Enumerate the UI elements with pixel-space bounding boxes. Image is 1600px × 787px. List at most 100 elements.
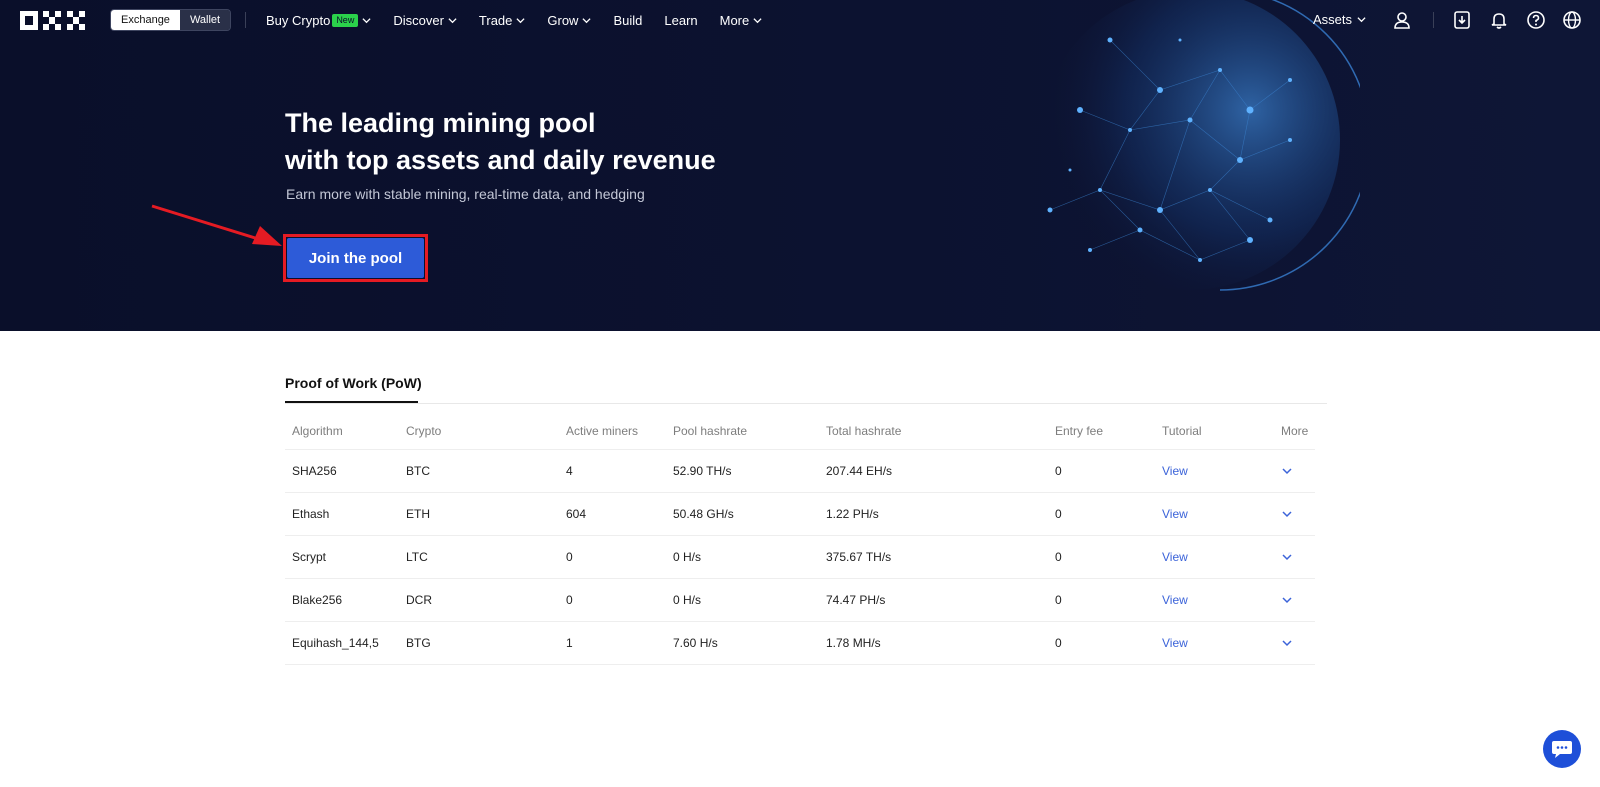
assets-label: Assets xyxy=(1313,12,1353,27)
hero-title-line1: The leading mining pool xyxy=(285,108,596,138)
top-nav: Exchange Wallet Buy Crypto New Discover … xyxy=(0,0,1600,40)
download-icon[interactable] xyxy=(1452,10,1472,30)
table-row: Equihash_144,5 BTG 1 7.60 H/s 1.78 MH/s … xyxy=(285,622,1315,665)
chevron-down-icon xyxy=(753,17,762,23)
cell-crypto: BTC xyxy=(406,464,430,478)
bell-icon[interactable] xyxy=(1489,10,1509,30)
menu-label: Grow xyxy=(547,12,579,28)
red-arrow-annotation xyxy=(151,204,282,246)
cell-active-miners: 604 xyxy=(566,507,587,521)
menu-label: Learn xyxy=(664,12,698,28)
menu-label: Discover xyxy=(393,12,444,28)
menu-buy-crypto[interactable]: Buy Crypto New xyxy=(266,13,371,28)
table-row: Scrypt LTC 0 0 H/s 375.67 TH/s 0 View xyxy=(285,536,1315,579)
cell-crypto: ETH xyxy=(406,507,430,521)
cell-crypto: DCR xyxy=(406,593,432,607)
chevron-down-icon xyxy=(1282,554,1292,561)
exchange-wallet-switcher: Exchange Wallet xyxy=(110,9,232,31)
chevron-down-icon xyxy=(1282,468,1292,475)
main-menu: Buy Crypto New Discover Trade Grow Build… xyxy=(266,0,784,40)
cell-total-hashrate: 375.67 TH/s xyxy=(826,550,892,564)
exchange-toggle[interactable]: Exchange xyxy=(111,10,180,30)
expand-row-button[interactable] xyxy=(1281,536,1293,578)
col-pool-hashrate: Pool hashrate xyxy=(673,423,748,438)
menu-more[interactable]: More xyxy=(720,13,763,28)
globe-icon[interactable] xyxy=(1562,10,1582,30)
table-row: Blake256 DCR 0 0 H/s 74.47 PH/s 0 View xyxy=(285,579,1315,622)
cell-entry-fee: 0 xyxy=(1055,550,1062,564)
new-badge: New xyxy=(332,13,359,27)
hero-subtitle: Earn more with stable mining, real-time … xyxy=(286,186,645,202)
wallet-toggle[interactable]: Wallet xyxy=(179,10,231,30)
chevron-down-icon xyxy=(448,17,457,23)
chevron-down-icon xyxy=(1282,511,1292,518)
menu-label: Build xyxy=(613,12,643,28)
cell-algorithm: Blake256 xyxy=(292,593,343,607)
expand-row-button[interactable] xyxy=(1281,450,1293,492)
hero-title: The leading mining pool with top assets … xyxy=(285,105,716,179)
menu-trade[interactable]: Trade xyxy=(479,13,525,28)
col-entry-fee: Entry fee xyxy=(1055,423,1104,438)
table-row: SHA256 BTC 4 52.90 TH/s 207.44 EH/s 0 Vi… xyxy=(285,450,1315,493)
cell-entry-fee: 0 xyxy=(1055,593,1062,607)
tutorial-view-link[interactable]: View xyxy=(1162,579,1188,621)
chevron-down-icon xyxy=(1282,640,1292,647)
cell-active-miners: 1 xyxy=(566,636,573,650)
chevron-down-icon xyxy=(1357,17,1366,23)
cell-algorithm: Equihash_144,5 xyxy=(292,636,379,650)
nav-divider xyxy=(245,12,246,28)
help-icon[interactable] xyxy=(1526,10,1546,30)
user-icon[interactable] xyxy=(1392,10,1412,30)
nav-divider xyxy=(1433,12,1434,28)
cell-pool-hashrate: 52.90 TH/s xyxy=(673,464,732,478)
menu-label: Buy Crypto xyxy=(266,12,331,28)
chevron-down-icon xyxy=(362,17,371,23)
col-tutorial: Tutorial xyxy=(1162,423,1202,438)
cell-active-miners: 0 xyxy=(566,550,573,564)
menu-discover[interactable]: Discover xyxy=(393,13,457,28)
cell-total-hashrate: 207.44 EH/s xyxy=(826,464,893,478)
tutorial-view-link[interactable]: View xyxy=(1162,493,1188,535)
menu-learn[interactable]: Learn xyxy=(664,13,697,28)
col-algorithm: Algorithm xyxy=(292,423,343,438)
expand-row-button[interactable] xyxy=(1281,622,1293,664)
cell-active-miners: 4 xyxy=(566,464,573,478)
cell-algorithm: Scrypt xyxy=(292,550,327,564)
chat-support-button[interactable] xyxy=(1543,730,1581,768)
tab-pow[interactable]: Proof of Work (PoW) xyxy=(285,375,422,391)
hero-title-line2: with top assets and daily revenue xyxy=(285,145,716,175)
tutorial-view-link[interactable]: View xyxy=(1162,536,1188,578)
okx-logo[interactable] xyxy=(20,11,88,30)
menu-build[interactable]: Build xyxy=(613,13,642,28)
col-more: More xyxy=(1281,423,1309,438)
chat-icon xyxy=(1552,741,1572,758)
tutorial-view-link[interactable]: View xyxy=(1162,622,1188,664)
chevron-down-icon xyxy=(582,17,592,23)
menu-grow[interactable]: Grow xyxy=(547,12,592,28)
cell-pool-hashrate: 0 H/s xyxy=(673,550,702,564)
cell-total-hashrate: 74.47 PH/s xyxy=(826,593,886,607)
cell-entry-fee: 0 xyxy=(1055,507,1062,521)
table-header: Algorithm Crypto Active miners Pool hash… xyxy=(285,412,1315,450)
cell-pool-hashrate: 7.60 H/s xyxy=(673,636,718,650)
chevron-down-icon xyxy=(1282,597,1292,604)
col-crypto: Crypto xyxy=(406,423,442,438)
expand-row-button[interactable] xyxy=(1281,493,1293,535)
join-pool-button[interactable]: Join the pool xyxy=(287,238,424,278)
globe-illustration xyxy=(1040,0,1360,291)
cell-active-miners: 0 xyxy=(566,593,573,607)
cell-crypto: BTG xyxy=(406,636,431,650)
menu-label: Trade xyxy=(478,12,513,28)
expand-row-button[interactable] xyxy=(1281,579,1293,621)
tab-divider xyxy=(285,403,1327,404)
table-row: Ethash ETH 604 50.48 GH/s 1.22 PH/s 0 Vi… xyxy=(285,493,1315,536)
menu-label: More xyxy=(719,12,750,28)
cell-pool-hashrate: 50.48 GH/s xyxy=(673,507,734,521)
cell-entry-fee: 0 xyxy=(1055,464,1062,478)
assets-menu[interactable]: Assets xyxy=(1313,12,1366,27)
tutorial-view-link[interactable]: View xyxy=(1162,450,1188,492)
col-total-hashrate: Total hashrate xyxy=(826,423,902,438)
page: Exchange Wallet Buy Crypto New Discover … xyxy=(0,0,1600,787)
chevron-down-icon xyxy=(516,17,525,23)
cell-algorithm: Ethash xyxy=(292,507,330,521)
